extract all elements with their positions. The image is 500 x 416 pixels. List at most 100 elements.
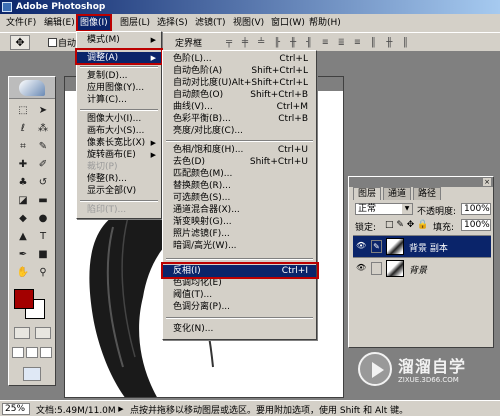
jump-to-imageready-icon[interactable] — [23, 367, 41, 381]
status-menu-arrow-icon[interactable]: ▶ — [116, 404, 126, 414]
layer-row-background-copy[interactable]: 👁 ✎ 背景 副本 — [353, 235, 491, 257]
chevron-down-icon: ▼ — [402, 204, 412, 214]
menu-item-auto-contrast[interactable]: 自动对比度(U) Alt+Shift+Ctrl+L — [163, 77, 316, 89]
layer-row-background[interactable]: 👁 背景 — [353, 257, 491, 279]
photoshop-feather-icon[interactable] — [19, 80, 45, 96]
menu-item-apply-image[interactable]: 应用图像(Y)... — [77, 82, 161, 94]
blend-mode-select[interactable]: 正常 ▼ — [355, 203, 413, 215]
menu-item-color-balance[interactable]: 色彩平衡(B)... Ctrl+B — [163, 113, 316, 125]
healing-brush-icon[interactable]: ✚ — [15, 157, 31, 173]
clone-stamp-icon[interactable]: ♣ — [15, 175, 31, 191]
menu-item-trap[interactable]: 陷印(T)... — [77, 204, 161, 216]
brush-link-icon[interactable] — [371, 262, 382, 275]
move-tool-icon[interactable]: ✥ — [10, 35, 30, 50]
menu-item-replace-color[interactable]: 替换颜色(R)... — [163, 180, 316, 192]
brush-tool-icon[interactable]: ✐ — [35, 157, 51, 173]
menu-item-posterize[interactable]: 色调分离(P)... — [163, 301, 316, 313]
menu-window[interactable]: 窗口(W) — [269, 16, 307, 30]
menu-item-auto-color[interactable]: 自动颜色(O) Shift+Ctrl+B — [163, 89, 316, 101]
menu-item-match-color[interactable]: 匹配颜色(M)... — [163, 168, 316, 180]
quick-mask-button[interactable] — [35, 327, 51, 339]
opacity-input[interactable]: 100% — [461, 203, 491, 215]
menu-item-image-size[interactable]: 图像大小(I)... — [77, 113, 161, 125]
screen-mode-standard-button[interactable] — [12, 347, 24, 358]
menu-item-channel-mixer[interactable]: 通道混合器(X)... — [163, 204, 316, 216]
menu-item-duplicate[interactable]: 复制(D)... — [77, 70, 161, 82]
fill-input[interactable]: 100% — [461, 219, 491, 231]
menu-item-variations[interactable]: 变化(N)... — [163, 323, 316, 335]
menu-item-pixel-aspect[interactable]: 像素长宽比(X) ▶ — [77, 137, 161, 149]
menu-item-calculations[interactable]: 计算(C)... — [77, 94, 161, 106]
blur-tool-icon[interactable]: ◆ — [15, 211, 31, 227]
eye-icon[interactable]: 👁 — [356, 242, 366, 250]
tab-paths[interactable]: 路径 — [413, 187, 442, 200]
menu-edit[interactable]: 编辑(E) — [42, 16, 77, 30]
menu-item-brightness-contrast[interactable]: 亮度/对比度(C)... — [163, 125, 316, 137]
close-icon[interactable]: × — [483, 178, 491, 186]
tab-layers[interactable]: 图层 — [353, 187, 382, 200]
menu-image[interactable]: 图像(I) — [76, 14, 112, 32]
menu-item-trim[interactable]: 修整(R)... — [77, 173, 161, 185]
menu-filter[interactable]: 滤镜(T) — [193, 16, 228, 30]
menu-item-gradient-map[interactable]: 渐变映射(G)... — [163, 216, 316, 228]
dodge-tool-icon[interactable]: ● — [35, 211, 51, 227]
menu-item-photo-filter[interactable]: 照片滤镜(F)... — [163, 228, 316, 240]
type-tool-icon[interactable]: T — [35, 229, 51, 245]
menu-item-desaturate[interactable]: 去色(D) Shift+Ctrl+U — [163, 156, 316, 168]
toolbox: ⬚ ➤ ℓ ⁂ ⌗ ✎ ✚ ✐ ♣ ↺ ◪ ▬ ◆ ● ▲ T ✒ ■ ✋ ⚲ — [8, 76, 56, 386]
slice-tool-icon[interactable]: ✎ — [35, 139, 51, 155]
menu-item-shadow-highlight[interactable]: 暗调/高光(W)... — [163, 240, 316, 252]
status-bar: 25% 文档:5.49M/11.0M ▶ 点按并拖移以移动图层或选区。要用附加选… — [0, 400, 500, 416]
pen-tool-icon[interactable]: ✒ — [15, 247, 31, 263]
menu-select[interactable]: 选择(S) — [155, 16, 190, 30]
tab-channels[interactable]: 通道 — [383, 187, 412, 200]
hand-tool-icon[interactable]: ✋ — [15, 265, 31, 281]
menu-separator — [166, 258, 313, 260]
menu-separator — [166, 317, 313, 319]
submenu-arrow-icon: ▶ — [150, 139, 156, 147]
move-tool-icon[interactable]: ➤ — [35, 103, 51, 119]
lock-icons[interactable]: □ ✎ ✥ 🔒 — [385, 220, 428, 230]
zoom-input[interactable]: 25% — [2, 403, 30, 415]
shape-tool-icon[interactable]: ■ — [35, 247, 51, 263]
screen-mode-full-menu-button[interactable] — [26, 347, 38, 358]
menu-item-rotate-canvas[interactable]: 旋转画布(E) ▶ — [77, 149, 161, 161]
brush-link-icon[interactable]: ✎ — [371, 240, 382, 253]
layer-name: 背景 — [409, 266, 428, 276]
bounding-box-label: 定界框 — [175, 39, 203, 49]
menu-file[interactable]: 文件(F) — [4, 16, 38, 30]
crop-tool-icon[interactable]: ⌗ — [15, 139, 31, 155]
menu-item-auto-levels[interactable]: 自动色阶(A) Shift+Ctrl+L — [163, 65, 316, 77]
lasso-tool-icon[interactable]: ℓ — [15, 121, 31, 137]
path-selection-icon[interactable]: ▲ — [15, 229, 31, 245]
eraser-tool-icon[interactable]: ◪ — [15, 193, 31, 209]
menu-item-selective-color[interactable]: 可选颜色(S)... — [163, 192, 316, 204]
foreground-color-swatch[interactable] — [14, 289, 34, 309]
menu-item-curves[interactable]: 曲线(V)... Ctrl+M — [163, 101, 316, 113]
menu-layer[interactable]: 图层(L) — [118, 16, 152, 30]
menu-view[interactable]: 视图(V) — [231, 16, 266, 30]
menu-help[interactable]: 帮助(H) — [307, 16, 343, 30]
eye-icon[interactable]: 👁 — [356, 264, 366, 272]
menu-item-crop[interactable]: 裁切(P) — [77, 161, 161, 173]
fill-label: 填充: — [433, 223, 455, 233]
standard-mode-button[interactable] — [14, 327, 30, 339]
align-distribute-icons[interactable]: ╤ ╪ ╧ ╟ ╫ ╢ ≡ ≣ ≡ ║ ╫ ║ — [226, 37, 496, 49]
menu-item-levels[interactable]: 色阶(L)... Ctrl+L — [163, 53, 316, 65]
auto-select-checkbox[interactable] — [48, 38, 57, 47]
menu-item-hue-saturation[interactable]: 色相/饱和度(H)... Ctrl+U — [163, 144, 316, 156]
screen-mode-full-button[interactable] — [40, 347, 52, 358]
zoom-tool-icon[interactable]: ⚲ — [35, 265, 51, 281]
menu-separator — [166, 140, 313, 142]
menu-item-threshold[interactable]: 阈值(T)... — [163, 289, 316, 301]
gradient-tool-icon[interactable]: ▬ — [35, 193, 51, 209]
layers-panel-titlebar[interactable]: × — [349, 177, 493, 187]
menu-item-mode[interactable]: 模式(M) ▶ — [77, 34, 161, 46]
menu-item-canvas-size[interactable]: 画布大小(S)... — [77, 125, 161, 137]
history-brush-icon[interactable]: ↺ — [35, 175, 51, 191]
adjust-highlight-box — [75, 48, 163, 65]
menu-item-reveal-all[interactable]: 显示全部(V) — [77, 185, 161, 197]
magic-wand-icon[interactable]: ⁂ — [35, 121, 51, 137]
document-size: 文档:5.49M/11.0M — [36, 406, 116, 416]
marquee-tool-icon[interactable]: ⬚ — [15, 103, 31, 119]
